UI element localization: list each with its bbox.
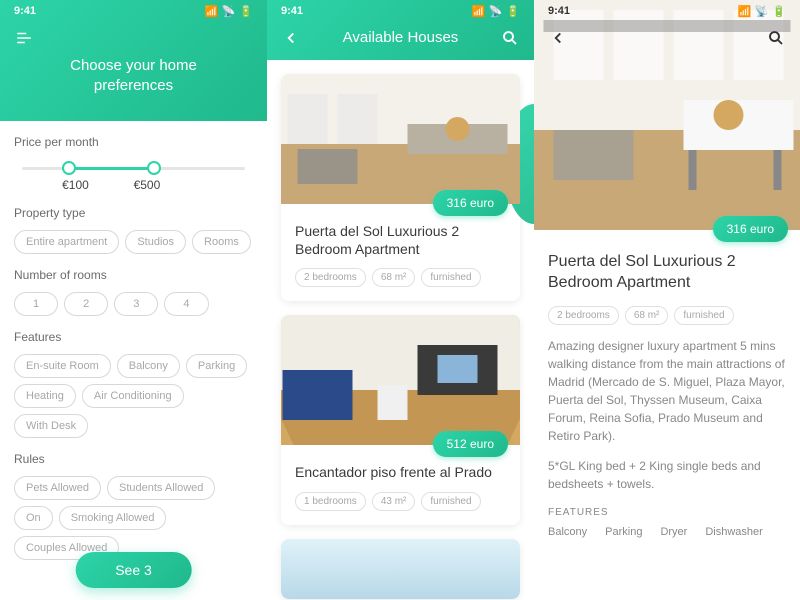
status-time: 9:41 bbox=[281, 5, 303, 17]
filter-chip[interactable]: Balcony bbox=[117, 354, 180, 378]
info-chip: 2 bedrooms bbox=[295, 268, 366, 287]
listings-screen: 9:41 📶 📡 🔋 Available Houses 316 euro Pue… bbox=[267, 0, 534, 600]
listing-image: 316 euro bbox=[281, 74, 520, 204]
see-results-button[interactable]: See 3 bbox=[75, 552, 192, 588]
info-chip: furnished bbox=[421, 492, 480, 511]
preferences-screen: 9:41 📶 📡 🔋 Choose your home preferences … bbox=[0, 0, 267, 600]
info-chip: 1 bedrooms bbox=[295, 492, 366, 511]
detail-description: Amazing designer luxury apartment 5 mins… bbox=[548, 337, 786, 445]
page-title: Available Houses bbox=[343, 28, 459, 48]
filter-chip[interactable]: En-suite Room bbox=[14, 354, 111, 378]
filter-chip[interactable]: 1 bbox=[14, 292, 58, 316]
feature-item: Dryer bbox=[660, 526, 687, 538]
back-icon[interactable] bbox=[281, 28, 301, 48]
filter-chip[interactable]: Studios bbox=[125, 230, 186, 254]
listing-card[interactable]: 316 euro Puerta del Sol Luxurious 2 Bedr… bbox=[281, 74, 520, 301]
slider-handle-min[interactable] bbox=[62, 161, 76, 175]
detail-title: Puerta del Sol Luxurious 2 Bedroom Apart… bbox=[548, 252, 786, 294]
listing-card[interactable] bbox=[281, 539, 520, 599]
status-bar: 9:41 📶 📡 🔋 bbox=[0, 0, 267, 22]
type-chips: Entire apartmentStudiosRooms bbox=[14, 230, 253, 254]
price-badge: 316 euro bbox=[713, 216, 788, 242]
rooms-label: Number of rooms bbox=[14, 268, 253, 282]
filter-chip[interactable]: Pets Allowed bbox=[14, 476, 101, 500]
feature-item: Dishwasher bbox=[705, 526, 762, 538]
features-chips: En-suite RoomBalconyParking HeatingAir Co… bbox=[14, 354, 253, 438]
menu-icon[interactable] bbox=[14, 28, 34, 48]
info-chip: 43 m² bbox=[372, 492, 416, 511]
status-time: 9:41 bbox=[548, 5, 570, 17]
price-slider[interactable] bbox=[22, 167, 245, 170]
feature-item: Parking bbox=[605, 526, 642, 538]
filter-chip[interactable]: Students Allowed bbox=[107, 476, 215, 500]
status-icons: 📶 📡 🔋 bbox=[472, 5, 520, 18]
features-label: Features bbox=[14, 330, 253, 344]
filter-chip[interactable]: On bbox=[14, 506, 53, 530]
rooms-chips: 1234 bbox=[14, 292, 253, 316]
listing-card[interactable]: 512 euro Encantador piso frente al Prado… bbox=[281, 315, 520, 524]
listing-title: Puerta del Sol Luxurious 2 Bedroom Apart… bbox=[295, 222, 506, 258]
hero-image: 9:41 📶 📡 🔋 bbox=[534, 0, 800, 230]
filter-chip[interactable]: Heating bbox=[14, 384, 76, 408]
slider-handle-max[interactable] bbox=[147, 161, 161, 175]
filter-chip[interactable]: 4 bbox=[164, 292, 208, 316]
status-time: 9:41 bbox=[14, 5, 36, 17]
header: 9:41 📶 📡 🔋 Choose your home preferences bbox=[0, 0, 267, 121]
features-heading: FEATURES bbox=[548, 507, 786, 518]
status-icons: 📶 📡 🔋 bbox=[205, 5, 253, 18]
detail-content: 316 euro Puerta del Sol Luxurious 2 Bedr… bbox=[534, 230, 800, 552]
type-label: Property type bbox=[14, 206, 253, 220]
price-min: €100 bbox=[62, 178, 89, 192]
filter-chip[interactable]: With Desk bbox=[14, 414, 88, 438]
filter-chip[interactable]: Air Conditioning bbox=[82, 384, 184, 408]
info-chip: 68 m² bbox=[625, 306, 669, 325]
features-row: Balcony Parking Dryer Dishwasher bbox=[548, 526, 786, 538]
listing-chips: 2 bedrooms 68 m² furnished bbox=[295, 268, 506, 287]
status-bar: 9:41 📶 📡 🔋 bbox=[267, 0, 534, 22]
price-label: Price per month bbox=[14, 135, 253, 149]
info-chip: 2 bedrooms bbox=[548, 306, 619, 325]
back-icon[interactable] bbox=[548, 28, 568, 48]
filter-chip[interactable]: 2 bbox=[64, 292, 108, 316]
filter-chip[interactable]: Entire apartment bbox=[14, 230, 119, 254]
info-chip: furnished bbox=[421, 268, 480, 287]
feature-item: Balcony bbox=[548, 526, 587, 538]
rules-label: Rules bbox=[14, 452, 253, 466]
search-icon[interactable] bbox=[500, 28, 520, 48]
listing-image: 512 euro bbox=[281, 315, 520, 445]
detail-screen: 9:41 📶 📡 🔋 316 euro Puerta del Sol Luxur… bbox=[534, 0, 800, 600]
filter-chip[interactable]: Rooms bbox=[192, 230, 251, 254]
header: 9:41 📶 📡 🔋 Available Houses bbox=[267, 0, 534, 60]
status-bar: 9:41 📶 📡 🔋 bbox=[534, 0, 800, 22]
price-max: €500 bbox=[134, 178, 161, 192]
price-badge: 316 euro bbox=[433, 190, 508, 216]
detail-chips: 2 bedrooms 68 m² furnished bbox=[548, 306, 786, 325]
price-badge: 512 euro bbox=[433, 431, 508, 457]
filters-content: Price per month €100 €500 Property type … bbox=[0, 121, 267, 600]
info-chip: 68 m² bbox=[372, 268, 416, 287]
listing-chips: 1 bedrooms 43 m² furnished bbox=[295, 492, 506, 511]
listing-title: Encantador piso frente al Prado bbox=[295, 463, 506, 481]
filter-chip[interactable]: Smoking Allowed bbox=[59, 506, 167, 530]
rules-chips: Pets AllowedStudents Allowed OnSmoking Al… bbox=[14, 476, 253, 560]
filter-chip[interactable]: 3 bbox=[114, 292, 158, 316]
status-icons: 📶 📡 🔋 bbox=[738, 5, 786, 18]
page-title: Choose your home preferences bbox=[0, 48, 267, 103]
listing-image bbox=[281, 539, 520, 599]
search-icon[interactable] bbox=[766, 28, 786, 48]
filter-chip[interactable]: Parking bbox=[186, 354, 247, 378]
detail-description-2: 5*GL King bed + 2 King single beds and b… bbox=[548, 457, 786, 493]
info-chip: furnished bbox=[674, 306, 733, 325]
listings-content: 316 euro Puerta del Sol Luxurious 2 Bedr… bbox=[267, 60, 534, 600]
